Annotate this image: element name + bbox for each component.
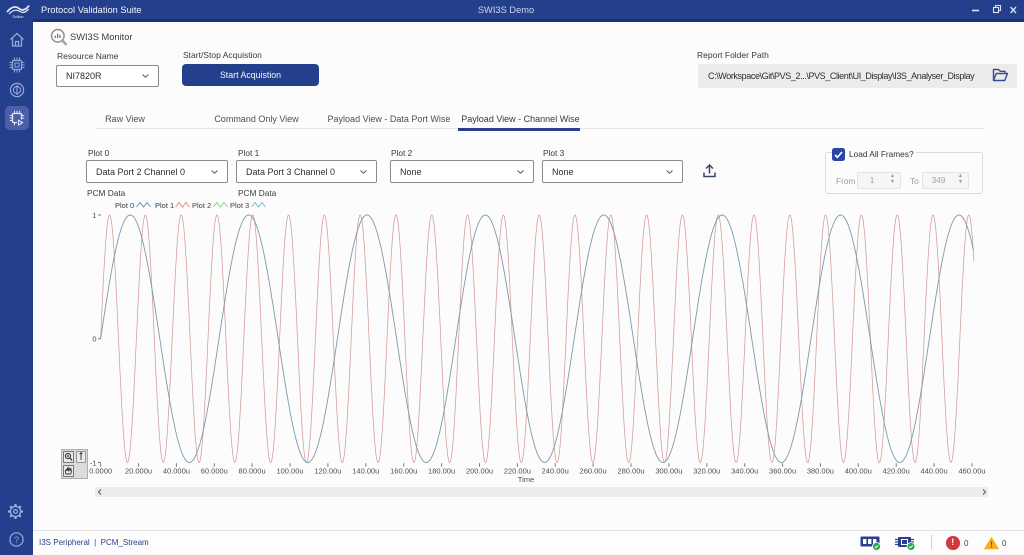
svg-text:0.0000: 0.0000 — [89, 467, 112, 476]
svg-text:?: ? — [14, 535, 19, 545]
svg-text:40.000u: 40.000u — [163, 467, 190, 476]
svg-text:120.00u: 120.00u — [314, 467, 341, 476]
svg-text:0: 0 — [92, 335, 96, 344]
svg-text:260.00u: 260.00u — [580, 467, 607, 476]
svg-text:460.00u: 460.00u — [958, 467, 985, 476]
svg-text:80.000u: 80.000u — [239, 467, 266, 476]
svg-text:380.00u: 380.00u — [807, 467, 834, 476]
svg-text:420.00u: 420.00u — [883, 467, 910, 476]
svg-text:20.000u: 20.000u — [125, 467, 152, 476]
svg-text:140.00u: 140.00u — [352, 467, 379, 476]
svg-text:160.00u: 160.00u — [390, 467, 417, 476]
svg-text:100.00u: 100.00u — [276, 467, 303, 476]
svg-text:360.00u: 360.00u — [769, 467, 796, 476]
svg-text:Soliton: Soliton — [13, 15, 24, 19]
svg-text:400.00u: 400.00u — [845, 467, 872, 476]
svg-text:Time: Time — [518, 475, 534, 484]
svg-text:200.00u: 200.00u — [466, 467, 493, 476]
svg-text:240.00u: 240.00u — [542, 467, 569, 476]
svg-text:1: 1 — [92, 211, 96, 220]
svg-text:320.00u: 320.00u — [693, 467, 720, 476]
svg-text:440.00u: 440.00u — [921, 467, 948, 476]
svg-text:300.00u: 300.00u — [655, 467, 682, 476]
svg-text:!: ! — [990, 540, 993, 550]
svg-text:60.000u: 60.000u — [201, 467, 228, 476]
svg-text:280.00u: 280.00u — [617, 467, 644, 476]
svg-text:180.00u: 180.00u — [428, 467, 455, 476]
svg-text:340.00u: 340.00u — [731, 467, 758, 476]
